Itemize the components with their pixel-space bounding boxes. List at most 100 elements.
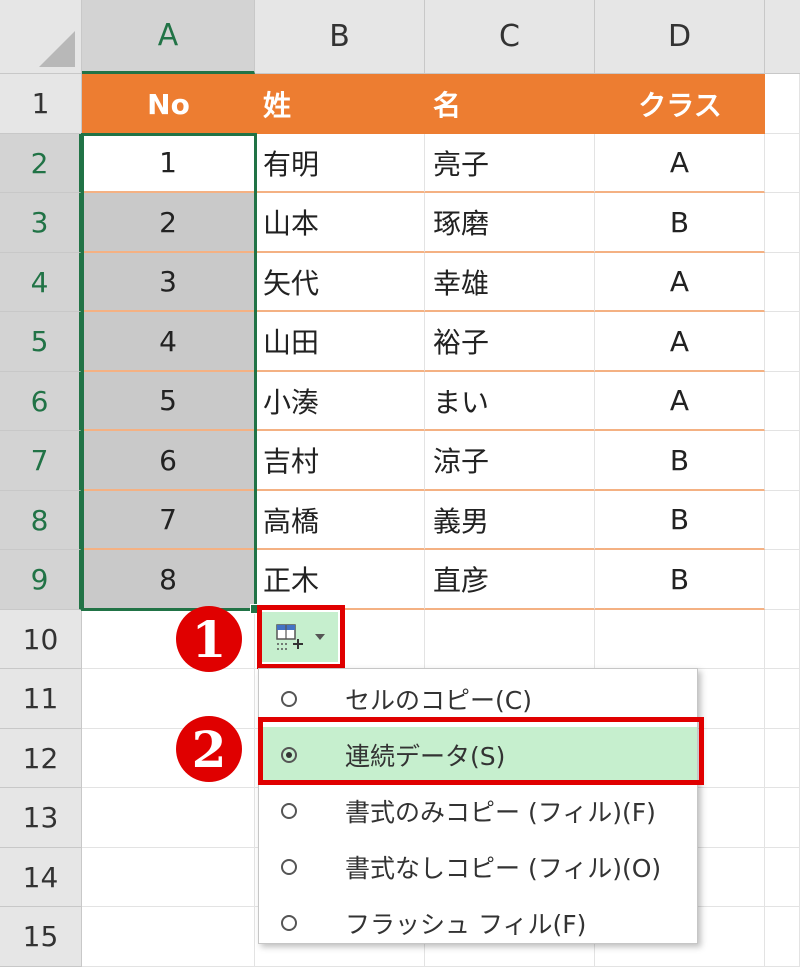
row-header-15[interactable]: 15 [0,907,82,967]
cell-B6[interactable]: 小湊 [255,372,425,431]
select-all-triangle-icon [39,31,75,67]
spreadsheet: A B C D 1 No 姓名クラス 2 1 有明 亮子 A 3 2 山本 琢磨 B 4 3 矢代 幸雄 A 5 4 山… [0,0,800,967]
cell-B4[interactable]: 矢代 [255,253,425,312]
row-header-7[interactable]: 7 [0,431,82,491]
autofill-options-menu: セルのコピー(C) 連続データ(S) 書式のみコピー (フィル)(F) 書式なし… [258,668,698,944]
radio-selected-icon [281,747,297,763]
cell-C6[interactable]: まい [425,372,595,431]
cell-A1[interactable]: No [82,74,255,134]
menu-item-fill-formatting-only[interactable]: 書式のみコピー (フィル)(F) [259,783,697,839]
cell-E4[interactable] [765,253,800,312]
autofill-options-button[interactable] [262,612,338,662]
cell-D2[interactable]: A [595,134,765,193]
cell-D1[interactable]: クラス [595,74,765,134]
menu-item-flash-fill[interactable]: フラッシュ フィル(F) [259,895,697,951]
cell-E14[interactable] [765,848,800,907]
cell-D8[interactable]: B [595,491,765,550]
cell-A13[interactable] [82,788,255,848]
cell-D10[interactable] [595,610,765,669]
cell-A4[interactable]: 3 [82,253,255,312]
cell-A2[interactable]: 1 [82,134,255,193]
cell-C3[interactable]: 琢磨 [425,193,595,253]
cell-C10[interactable] [425,610,595,669]
cell-A11[interactable] [82,669,255,729]
cell-E9[interactable] [765,550,800,610]
cell-D3[interactable]: B [595,193,765,253]
row-header-14[interactable]: 14 [0,848,82,907]
cell-A6[interactable]: 5 [82,372,255,431]
radio-icon [281,915,297,931]
cell-E8[interactable] [765,491,800,550]
cell-A9[interactable]: 8 [82,550,255,610]
cell-A3[interactable]: 2 [82,193,255,253]
select-all-corner[interactable] [0,0,82,74]
row-header-2[interactable]: 2 [0,134,82,193]
column-header-b[interactable]: B [255,0,425,74]
menu-item-label: 書式なしコピー (フィル)(O) [345,854,662,883]
cell-E2[interactable] [765,134,800,193]
cell-E7[interactable] [765,431,800,491]
cell-D7[interactable]: B [595,431,765,491]
step-1-badge: 1 [176,606,242,672]
column-header-a[interactable]: A [82,0,255,74]
cell-C8[interactable]: 義男 [425,491,595,550]
column-header-e[interactable] [765,0,800,74]
row-header-1[interactable]: 1 [0,74,82,134]
cell-E15[interactable] [765,907,800,967]
cell-E10[interactable] [765,610,800,669]
radio-icon [281,859,297,875]
cell-B7[interactable]: 吉村 [255,431,425,491]
cell-E1[interactable] [765,74,800,134]
column-header-c[interactable]: C [425,0,595,74]
cell-A8[interactable]: 7 [82,491,255,550]
cell-C9[interactable]: 直彦 [425,550,595,610]
menu-item-fill-series[interactable]: 連続データ(S) [259,727,697,783]
row-header-5[interactable]: 5 [0,312,82,372]
menu-item-copy-cells[interactable]: セルのコピー(C) [259,671,697,727]
row-header-13[interactable]: 13 [0,788,82,848]
cell-A14[interactable] [82,848,255,907]
column-header-d[interactable]: D [595,0,765,74]
cell-A7[interactable]: 6 [82,431,255,491]
cell-A15[interactable] [82,907,255,967]
fill-handle[interactable] [250,604,260,614]
cell-E5[interactable] [765,312,800,372]
row-header-3[interactable]: 3 [0,193,82,253]
radio-icon [281,691,297,707]
cell-C7[interactable]: 涼子 [425,431,595,491]
row-header-6[interactable]: 6 [0,372,82,431]
row-header-12[interactable]: 12 [0,729,82,788]
cell-E3[interactable] [765,193,800,253]
cell-E13[interactable] [765,788,800,848]
menu-item-label: フラッシュ フィル(F) [345,910,587,939]
cell-C2[interactable]: 亮子 [425,134,595,193]
cell-C1[interactable]: 名 [425,74,595,134]
cell-B1[interactable]: 姓 [255,74,425,134]
menu-item-fill-without-formatting[interactable]: 書式なしコピー (フィル)(O) [259,839,697,895]
autofill-options-icon [276,624,303,650]
cell-B2[interactable]: 有明 [255,134,425,193]
row-header-8[interactable]: 8 [0,491,82,550]
cell-D5[interactable]: A [595,312,765,372]
cell-D4[interactable]: A [595,253,765,312]
cell-E12[interactable] [765,729,800,788]
menu-item-label: 連続データ(S) [345,742,506,771]
cell-E11[interactable] [765,669,800,729]
menu-item-label: 書式のみコピー (フィル)(F) [345,798,656,827]
cell-B5[interactable]: 山田 [255,312,425,372]
cell-C4[interactable]: 幸雄 [425,253,595,312]
cell-B3[interactable]: 山本 [255,193,425,253]
chevron-down-icon [315,634,325,640]
step-2-badge: 2 [176,716,242,782]
row-header-4[interactable]: 4 [0,253,82,312]
cell-D6[interactable]: A [595,372,765,431]
row-header-9[interactable]: 9 [0,550,82,610]
cell-C5[interactable]: 裕子 [425,312,595,372]
cell-E6[interactable] [765,372,800,431]
cell-A5[interactable]: 4 [82,312,255,372]
row-header-10[interactable]: 10 [0,610,82,669]
cell-B8[interactable]: 高橋 [255,491,425,550]
cell-D9[interactable]: B [595,550,765,610]
cell-B9[interactable]: 正木 [255,550,425,610]
row-header-11[interactable]: 11 [0,669,82,729]
